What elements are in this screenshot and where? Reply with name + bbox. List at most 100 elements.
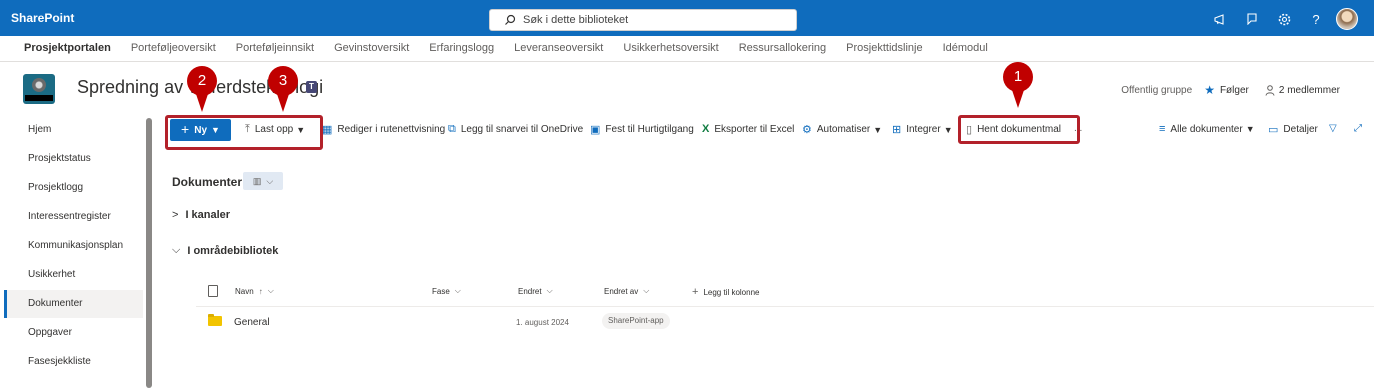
row-modified: 1. august 2024 <box>516 318 569 327</box>
export-excel-button[interactable]: X Eksporter til Excel <box>702 123 794 135</box>
filter-icon[interactable]: ▽ <box>1329 123 1337 134</box>
chevron-down-icon: ▼ <box>1245 124 1255 134</box>
pin-quick-access-button[interactable]: ▣ Fest til Hurtigtilgang <box>590 123 694 136</box>
hub-link[interactable]: Gevinstoversikt <box>334 42 409 54</box>
column-header-name[interactable]: Navn ↑ ⌵ <box>235 286 274 296</box>
pin-label: Fest til Hurtigtilgang <box>605 124 694 135</box>
add-column-label: Legg til kolonne <box>703 287 760 297</box>
settings-icon[interactable] <box>1270 9 1298 29</box>
highlight-box-new-upload <box>165 115 323 150</box>
column-label: Endret av <box>604 286 639 296</box>
hub-link[interactable]: Usikkerhetsoversikt <box>623 42 718 54</box>
left-nav-scrollbar[interactable] <box>146 118 152 388</box>
edit-grid-button[interactable]: ▦ Rediger i rutenettvisning <box>322 123 445 136</box>
hub-link[interactable]: Leveranseoversikt <box>514 42 603 54</box>
hub-link[interactable]: Erfaringslogg <box>429 42 494 54</box>
megaphone-icon[interactable] <box>1206 9 1234 29</box>
annotation-marker-2: 2 <box>187 66 217 112</box>
excel-icon: X <box>702 123 710 135</box>
integrate-button[interactable]: ⊞ Integrer ▼ <box>892 123 953 136</box>
members-label: 2 medlemmer <box>1278 84 1340 96</box>
nav-item-tasks[interactable]: Oppgaver <box>4 319 143 347</box>
chevron-down-icon: ⌵ <box>454 286 461 295</box>
add-shortcut-button[interactable]: ⧉ Legg til snarvei til OneDrive <box>448 123 583 136</box>
nav-item-risk[interactable]: Usikkerhet <box>4 261 143 289</box>
integrate-label: Integrer <box>906 124 941 135</box>
nav-item-project-status[interactable]: Prosjektstatus <box>4 145 143 173</box>
hub-navigation: Prosjektportalen Porteføljeoversikt Port… <box>0 36 1374 62</box>
nav-item-phase-checklist[interactable]: Fasesjekkliste <box>4 348 143 376</box>
header-divider <box>196 306 1374 307</box>
automate-button[interactable]: ⚙ Automatiser ▼ <box>802 123 882 136</box>
teams-icon[interactable]: T <box>306 81 317 93</box>
group-channels[interactable]: > I kanaler <box>172 209 230 221</box>
add-column-button[interactable]: + Legg til kolonne <box>692 286 759 298</box>
row-modified-by[interactable]: SharePoint-app <box>602 313 670 329</box>
row-name[interactable]: General <box>234 317 270 328</box>
annotation-label: 1 <box>1003 62 1033 92</box>
command-bar: + Ny ▼ ⤒ Last opp ▼ ▦ Rediger i rutenett… <box>158 116 1374 144</box>
annotation-marker-3: 3 <box>268 66 298 112</box>
annotation-label: 2 <box>187 66 217 96</box>
nav-item-stakeholders[interactable]: Interessentregister <box>4 203 143 231</box>
hub-link[interactable]: Porteføljeinnsikt <box>236 42 314 54</box>
nav-item-documents[interactable]: Dokumenter <box>4 290 143 318</box>
automate-label: Automatiser <box>816 124 871 135</box>
export-label: Eksporter til Excel <box>714 123 795 135</box>
column-label: Endret <box>518 286 542 296</box>
chevron-down-icon: ⌵ <box>267 286 274 295</box>
nav-item-project-log[interactable]: Prosjektlogg <box>4 174 143 202</box>
list-icon: ≡ <box>1159 123 1166 135</box>
hub-link[interactable]: Prosjekttidslinje <box>846 42 922 54</box>
search-icon <box>505 14 516 25</box>
chevron-down-icon: ⌵ <box>546 286 553 295</box>
chevron-down-icon: ⌵ <box>266 175 274 186</box>
selected-indicator <box>4 290 7 318</box>
hub-home-link[interactable]: Prosjektportalen <box>24 42 111 54</box>
column-header-modified-by[interactable]: Endret av ⌵ <box>604 286 649 296</box>
annotation-marker-1: 1 <box>1003 62 1033 108</box>
integrate-icon: ⊞ <box>892 124 902 136</box>
help-icon[interactable]: ? <box>1302 9 1330 29</box>
hub-link[interactable]: Porteføljeoversikt <box>131 42 216 54</box>
pin-icon: ▣ <box>590 124 601 136</box>
hub-link[interactable]: Ressursallokering <box>739 42 826 54</box>
file-type-column-icon[interactable] <box>208 285 218 297</box>
follow-button[interactable]: ★ Følger <box>1204 83 1249 97</box>
library-title[interactable]: Dokumenter <box>172 175 242 189</box>
library-icon: ▥ <box>252 175 262 186</box>
chevron-down-icon: ⌵ <box>172 244 181 256</box>
group-site-library[interactable]: ⌵ I områdebibliotek <box>172 244 278 257</box>
library-view-switcher[interactable]: ▥ ⌵ <box>243 172 283 190</box>
group-label: I områdebibliotek <box>187 244 279 257</box>
suite-bar: SharePoint Søk i dette biblioteket ? <box>0 0 1374 36</box>
members-button[interactable]: 2 medlemmer <box>1265 85 1340 96</box>
hub-link[interactable]: Idémodul <box>943 42 988 54</box>
chevron-right-icon: > <box>172 209 179 221</box>
column-header-phase[interactable]: Fase ⌵ <box>432 286 461 296</box>
search-box[interactable]: Søk i dette biblioteket <box>489 9 797 31</box>
nav-item-communication[interactable]: Kommunikasjonsplan <box>4 232 143 260</box>
edit-grid-label: Rediger i rutenettvisning <box>337 124 446 135</box>
column-header-modified[interactable]: Endret ⌵ <box>518 286 553 296</box>
view-selector[interactable]: ≡ Alle dokumenter ▼ <box>1159 123 1255 135</box>
app-brand[interactable]: SharePoint <box>11 11 74 25</box>
star-icon: ★ <box>1204 83 1215 97</box>
feedback-icon[interactable] <box>1238 9 1266 29</box>
avatar[interactable] <box>1336 8 1358 30</box>
expand-icon[interactable]: ⤢ <box>1354 123 1362 134</box>
grid-icon: ▦ <box>322 124 333 136</box>
add-shortcut-label: Legg til snarvei til OneDrive <box>460 124 584 135</box>
details-icon: ▭ <box>1268 124 1279 136</box>
folder-icon <box>208 314 222 326</box>
site-header-actions: Offentlig gruppe ★ Følger 2 medlemmer <box>1121 83 1340 97</box>
nav-item-home[interactable]: Hjem <box>4 116 143 144</box>
site-logo[interactable] <box>23 74 55 104</box>
nav-item-label: Dokumenter <box>28 298 83 309</box>
top-icons: ? <box>1202 8 1358 30</box>
details-button[interactable]: ▭ Detaljer <box>1268 123 1318 136</box>
follow-label: Følger <box>1219 84 1249 96</box>
chevron-down-icon: ▼ <box>873 124 883 135</box>
details-label: Detaljer <box>1283 124 1318 135</box>
search-placeholder: Søk i dette biblioteket <box>523 14 629 26</box>
